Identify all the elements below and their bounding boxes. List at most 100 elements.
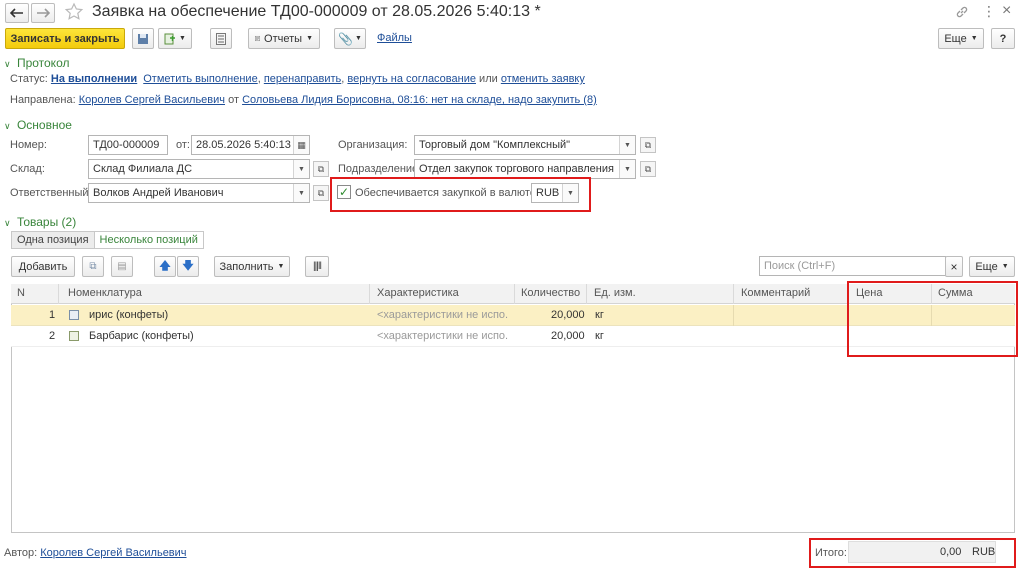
status-value-link[interactable]: На выполнении [51,73,137,85]
row-n: 1 [49,309,56,321]
chevron-down-icon: ∨ [4,59,11,69]
goods-section-header[interactable]: ∨ Товары (2) [4,215,76,229]
col-characteristic-header[interactable]: Характеристика [377,287,459,299]
organization-value: Торговый дом "Комплексный" [419,139,571,151]
responsible-label: Ответственный: [10,187,92,199]
cancel-request-link[interactable]: отменить заявку [501,73,585,85]
date-field[interactable]: 28.05.2026 5:40:13 ▦ [191,135,310,155]
attach-button[interactable]: 📎 ▼ [334,28,366,49]
redirect-link[interactable]: перенаправить [264,73,341,85]
arrow-left-icon [10,8,23,18]
mode-tabs: Одна позиция Несколько позиций [11,231,204,249]
reports-button[interactable]: Отчеты ▼ [248,28,320,49]
help-button[interactable]: ? [991,28,1015,49]
mark-done-link[interactable]: Отметить выполнение [143,73,257,85]
tab-one-position[interactable]: Одна позиция [12,232,95,248]
protocol-section-header[interactable]: ∨ Протокол [4,56,69,70]
copy-icon: ⧉ [89,261,97,272]
row-unit: кг [595,309,604,321]
chevron-down-icon: ∨ [4,121,11,131]
organization-field[interactable]: Торговый дом "Комплексный" ▼ [414,135,636,155]
post-menu-button[interactable]: ▼ [158,28,192,49]
number-label: Номер: [10,139,47,151]
save-button[interactable] [132,28,154,49]
copy-button[interactable]: ⧉ [82,256,104,277]
number-field[interactable]: ТД00-000009 [88,135,168,155]
clear-search-button[interactable]: × [945,256,963,277]
responsible-field[interactable]: Волков Андрей Иванович ▼ [88,183,310,203]
paperclip-icon: 📎 [338,31,353,46]
goods-more-button[interactable]: Еще ▼ [969,256,1015,277]
protocol-header-label: Протокол [16,56,70,70]
price-sum-highlight-box [847,281,1018,357]
col-n-header[interactable]: N [17,287,25,299]
row-characteristic: <характеристики не испо... [377,330,509,342]
currency-highlight-box [330,177,591,212]
chevron-down-icon: ∨ [4,218,11,228]
more-label: Еще [944,32,967,45]
files-link[interactable]: Файлы [377,32,412,44]
chevron-down-icon: ▼ [179,35,186,42]
link-icon[interactable] [955,5,969,22]
chevron-down-icon[interactable]: ▼ [619,136,635,154]
col-comment-header[interactable]: Комментарий [741,287,810,299]
main-section-header[interactable]: ∨ Основное [4,118,72,132]
row-characteristic: <характеристики не испо... [377,309,509,321]
save-close-button[interactable]: Записать и закрыть [5,28,125,49]
list-icon [216,32,226,45]
return-approval-link[interactable]: вернуть на согласование [347,73,476,85]
author-line: Автор: Королев Сергей Васильевич [4,547,187,559]
row-item: Барбарис (конфеты) [89,330,194,342]
tab-several-positions[interactable]: Несколько позиций [94,232,203,248]
search-input[interactable]: Поиск (Ctrl+F) [759,256,946,276]
col-unit-header[interactable]: Ед. изм. [594,287,636,299]
calendar-icon[interactable]: ▦ [293,136,309,154]
open-organization-icon[interactable]: ⧉ [640,137,656,153]
chevron-down-icon: ▼ [277,263,285,270]
fill-button[interactable]: Заполнить ▼ [214,256,290,277]
list-button[interactable] [210,28,232,49]
move-down-button[interactable]: 🡇 [177,256,199,277]
chevron-down-icon: ▼ [355,35,362,42]
close-icon[interactable]: × [1002,2,1011,20]
move-up-button[interactable]: 🡅 [154,256,176,277]
sent-label: Направлена: [10,94,76,106]
fill-label: Заполнить [219,260,274,273]
back-button[interactable] [5,3,29,23]
open-responsible-icon[interactable]: ⧉ [313,185,329,201]
department-label: Подразделение: [338,163,422,175]
barcode-button[interactable]: |||‖ [305,256,329,277]
chevron-down-icon[interactable]: ▼ [293,184,309,202]
chevron-down-icon[interactable]: ▼ [619,160,635,178]
open-warehouse-icon[interactable]: ⧉ [313,161,329,177]
row-n: 2 [49,330,56,342]
menu-dots-icon[interactable]: ⋮ [982,3,996,20]
chevron-down-icon: ▼ [306,35,313,42]
author-link[interactable]: Королев Сергей Васильевич [40,547,186,559]
reports-label: Отчеты [264,32,303,45]
sent-from-link[interactable]: Королев Сергей Васильевич [79,94,225,106]
sent-reply-link[interactable]: Соловьева Лидия Борисовна, 08:16: нет на… [242,94,597,106]
warehouse-field[interactable]: Склад Филиала ДС ▼ [88,159,310,179]
chevron-down-icon: ▼ [1001,263,1009,270]
more-button[interactable]: Еще ▼ [938,28,984,49]
from-text: от [228,94,239,106]
row-quantity: 20,000 [551,330,585,342]
row-quantity: 20,000 [551,309,585,321]
delete-icon: ▤ [117,261,127,272]
open-department-icon[interactable]: ⧉ [640,161,656,177]
document-green-icon [164,33,176,44]
chevron-down-icon[interactable]: ▼ [293,160,309,178]
forward-button[interactable] [31,3,55,23]
or-text: или [479,73,498,85]
department-field[interactable]: Отдел закупок торгового направления ▼ [414,159,636,179]
favorite-star-icon[interactable] [64,2,84,25]
col-item-header[interactable]: Номенклатура [68,287,142,299]
search-placeholder: Поиск (Ctrl+F) [764,260,836,272]
date-value: 28.05.2026 5:40:13 [196,139,291,151]
delete-button[interactable]: ▤ [111,256,133,277]
barcode-icon: |||‖ [313,261,322,272]
col-quantity-header[interactable]: Количество [521,287,580,299]
add-button[interactable]: Добавить [11,256,75,277]
main-header-label: Основное [16,118,72,132]
